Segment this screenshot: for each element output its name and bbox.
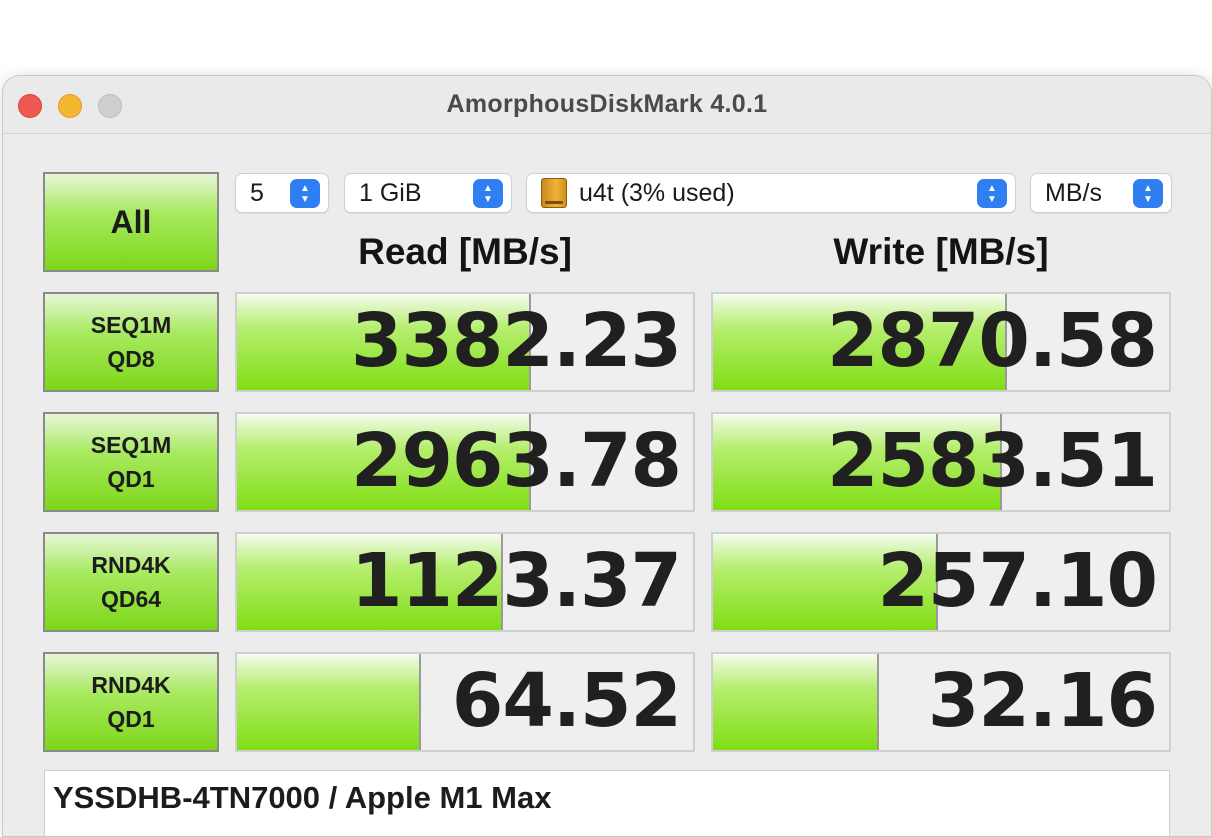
read-result-value: 64.52 (451, 658, 682, 744)
read-result-value: 2963.78 (350, 418, 682, 504)
chevron-up-down-icon: ▲ ▼ (977, 179, 1007, 208)
rnd4k-qd1-button[interactable]: RND4K QD1 (43, 652, 219, 752)
chevron-up-down-icon: ▲ ▼ (1133, 179, 1163, 208)
chevron-up-down-icon: ▲ ▼ (473, 179, 503, 208)
write-result-value: 2583.51 (826, 418, 1158, 504)
device-info-field[interactable]: YSSDHB-4TN7000 / Apple M1 Max (44, 770, 1170, 836)
seq1m-qd1-button[interactable]: SEQ1M QD1 (43, 412, 219, 512)
read-result-bar (237, 654, 422, 750)
drive-select[interactable]: u4t (3% used) ▲ ▼ (526, 173, 1016, 213)
read-result-value: 3382.23 (350, 298, 682, 384)
write-result-value: 2870.58 (826, 298, 1158, 384)
title-bar: AmorphousDiskMark 4.0.1 (3, 76, 1211, 134)
read-result-cell: 64.52 (235, 652, 695, 752)
write-result-cell: 2870.58 (711, 292, 1171, 392)
write-result-bar (713, 654, 880, 750)
chevron-up-down-icon: ▲ ▼ (290, 179, 320, 208)
read-result-value: 1123.37 (350, 538, 682, 624)
test-size-select[interactable]: 1 GiB ▲ ▼ (344, 173, 512, 213)
read-result-cell: 2963.78 (235, 412, 695, 512)
write-result-cell: 257.10 (711, 532, 1171, 632)
write-result-cell: 32.16 (711, 652, 1171, 752)
test-count-select[interactable]: 5 ▲ ▼ (235, 173, 329, 213)
read-header: Read [MB/s] (358, 231, 572, 272)
window-title: AmorphousDiskMark 4.0.1 (446, 90, 768, 118)
drive-icon (541, 178, 567, 208)
read-result-cell: 1123.37 (235, 532, 695, 632)
run-all-button[interactable]: All (43, 172, 219, 272)
test-size-value: 1 GiB (359, 178, 422, 207)
seq1m-qd8-button[interactable]: SEQ1M QD8 (43, 292, 219, 392)
drive-value: u4t (3% used) (579, 178, 735, 207)
unit-select[interactable]: MB/s ▲ ▼ (1030, 173, 1172, 213)
app-window: AmorphousDiskMark 4.0.1 All 5 ▲ ▼ 1 GiB ▲… (2, 75, 1212, 837)
write-result-value: 32.16 (927, 658, 1158, 744)
write-result-cell: 2583.51 (711, 412, 1171, 512)
rnd4k-qd64-button[interactable]: RND4K QD64 (43, 532, 219, 632)
write-header: Write [MB/s] (833, 231, 1049, 272)
unit-value: MB/s (1045, 178, 1102, 207)
read-result-cell: 3382.23 (235, 292, 695, 392)
test-count-value: 5 (250, 178, 264, 207)
write-result-value: 257.10 (877, 538, 1158, 624)
